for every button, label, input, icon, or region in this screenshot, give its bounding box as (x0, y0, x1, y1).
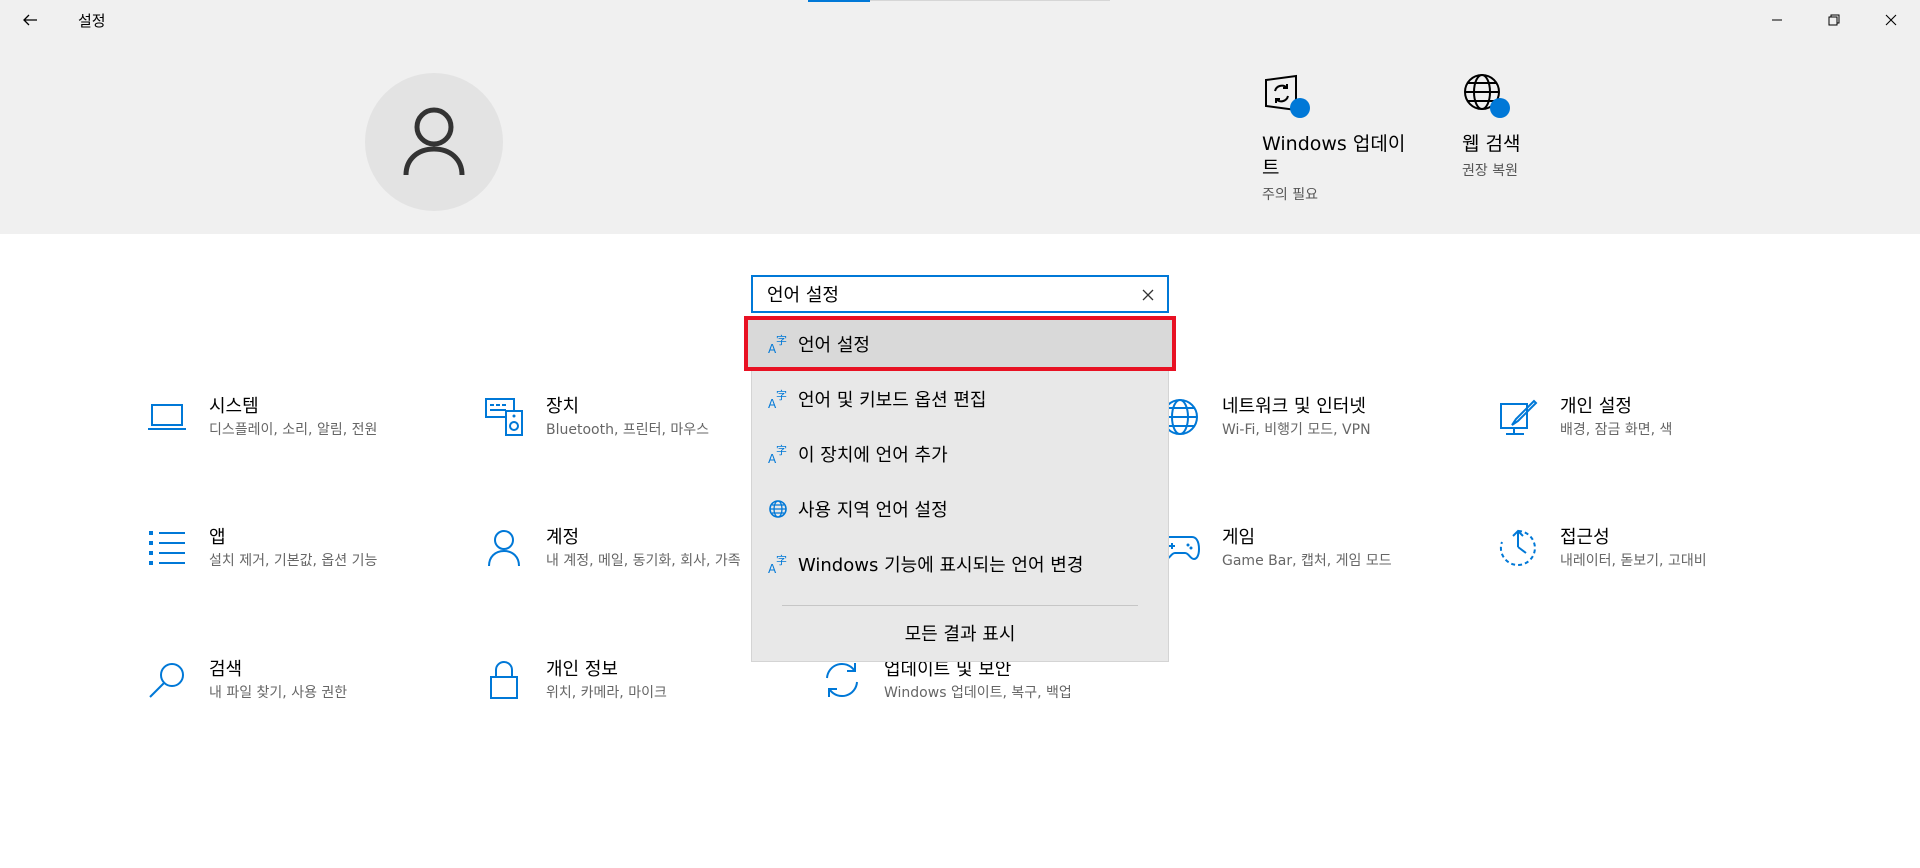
web-search-tile[interactable]: 웹 검색 권장 복원 (1462, 72, 1582, 180)
suggestion-label: Windows 기능에 표시되는 언어 변경 (798, 555, 1084, 576)
suggestion-item[interactable]: 사용 지역 언어 설정 (752, 483, 1168, 535)
category-subtitle: Windows 업데이트, 복구, 백업 (884, 685, 1072, 701)
category-subtitle: 배경, 잠금 화면, 색 (1560, 422, 1673, 438)
apps-list-icon (145, 526, 189, 570)
clear-search-button[interactable] (1139, 286, 1157, 304)
settings-search-box[interactable] (751, 275, 1169, 313)
category-title: 접근성 (1560, 527, 1610, 548)
tile-subtitle: 주의 필요 (1262, 187, 1318, 203)
category-subtitle: 설치 제거, 기본값, 옵션 기능 (209, 553, 378, 569)
category-accounts[interactable]: 계정내 계정, 메일, 동기화, 회사, 가족 (482, 526, 752, 570)
search-icon (145, 658, 189, 702)
category-subtitle: 디스플레이, 소리, 알림, 전원 (209, 422, 378, 438)
category-devices[interactable]: 장치 Bluetooth, 프린터, 마우스 (482, 395, 782, 439)
category-title: 게임 (1222, 527, 1256, 548)
category-subtitle: 위치, 카메라, 마이크 (546, 685, 667, 701)
language-icon: A字 (766, 332, 790, 356)
loading-progress (808, 0, 870, 2)
ease-of-access-icon (1496, 526, 1540, 570)
minimize-button[interactable] (1749, 0, 1805, 40)
suggestion-label: 사용 지역 언어 설정 (798, 500, 948, 521)
close-button[interactable] (1863, 0, 1919, 40)
suggestion-item[interactable]: A字 언어 및 키보드 옵션 편집 (752, 373, 1168, 425)
category-subtitle: Wi-Fi, 비행기 모드, VPN (1222, 422, 1371, 438)
svg-text:字: 字 (776, 388, 787, 402)
category-title: 검색 (209, 659, 243, 680)
suggestion-item[interactable]: A字 언어 설정 (744, 316, 1176, 371)
category-subtitle: Game Bar, 캡처, 게임 모드 (1222, 553, 1392, 569)
suggestion-label: 언어 설정 (798, 334, 870, 356)
notification-dot (1290, 98, 1310, 118)
close-icon (1885, 14, 1897, 26)
loading-progress-track (870, 0, 1110, 1)
category-apps[interactable]: 앱설치 제거, 기본값, 옵션 기능 (145, 526, 445, 570)
category-title: 개인 설정 (1560, 396, 1632, 417)
search-suggestions: A字 언어 설정 A字 언어 및 키보드 옵션 편집 A字 이 장치에 언어 추… (744, 316, 1176, 662)
category-subtitle: 내레이터, 돋보기, 고대비 (1560, 553, 1707, 569)
lock-icon (482, 658, 526, 702)
category-title: 개인 정보 (546, 659, 618, 680)
personalization-icon (1496, 395, 1540, 439)
back-arrow-icon[interactable] (10, 4, 50, 36)
category-subtitle: 내 파일 찾기, 사용 권한 (209, 685, 348, 701)
show-all-results-link[interactable]: 모든 결과 표시 (752, 618, 1168, 652)
search-input[interactable] (767, 282, 1107, 306)
category-gaming[interactable]: 게임 Game Bar, 캡처, 게임 모드 (1158, 526, 1458, 570)
category-title: 앱 (209, 527, 226, 548)
tile-title: 웹 검색 (1462, 133, 1521, 155)
category-ease-of-access[interactable]: 접근성내레이터, 돋보기, 고대비 (1496, 526, 1796, 570)
category-subtitle: 내 계정, 메일, 동기화, 회사, 가족 (546, 553, 741, 569)
windows-update-tile[interactable]: Windows 업데이트 주의 필요 (1262, 72, 1412, 204)
category-title: 시스템 (209, 396, 259, 417)
language-icon: A字 (766, 387, 790, 411)
region-globe-icon (766, 497, 790, 521)
category-search[interactable]: 검색내 파일 찾기, 사용 권한 (145, 658, 445, 702)
devices-icon (482, 395, 526, 439)
svg-text:字: 字 (776, 553, 787, 567)
user-icon (403, 107, 465, 176)
notification-dot (1490, 98, 1510, 118)
category-subtitle: Bluetooth, 프린터, 마우스 (546, 422, 710, 438)
title-bar: 설정 (0, 0, 1920, 40)
laptop-icon (145, 395, 189, 439)
header-band: Windows 업데이트 주의 필요 웹 검색 권장 복원 (0, 40, 1920, 234)
category-title: 계정 (546, 527, 580, 548)
language-icon: A字 (766, 552, 790, 576)
restore-icon (1828, 14, 1840, 26)
language-icon: A字 (766, 442, 790, 466)
category-network[interactable]: 네트워크 및 인터넷 Wi-Fi, 비행기 모드, VPN (1158, 395, 1458, 439)
suggestion-label: 이 장치에 언어 추가 (798, 445, 948, 466)
category-title: 네트워크 및 인터넷 (1222, 396, 1366, 417)
suggestion-label: 언어 및 키보드 옵션 편집 (798, 390, 987, 411)
category-personalization[interactable]: 개인 설정배경, 잠금 화면, 색 (1496, 395, 1796, 439)
svg-text:字: 字 (776, 443, 787, 457)
suggestion-item[interactable]: A字 이 장치에 언어 추가 (752, 428, 1168, 480)
restore-button[interactable] (1806, 0, 1862, 40)
minimize-icon (1772, 19, 1782, 21)
tile-title: Windows 업데이트 (1262, 133, 1406, 179)
avatar[interactable] (365, 73, 503, 211)
tile-subtitle: 권장 복원 (1462, 163, 1518, 179)
suggestion-item[interactable]: A字 Windows 기능에 표시되는 언어 변경 (752, 538, 1168, 590)
category-system[interactable]: 시스템디스플레이, 소리, 알림, 전원 (145, 395, 445, 439)
sync-icon (820, 658, 864, 702)
window-title: 설정 (78, 12, 106, 30)
category-privacy[interactable]: 개인 정보위치, 카메라, 마이크 (482, 658, 782, 702)
category-update-security[interactable]: 업데이트 및 보안 Windows 업데이트, 복구, 백업 (820, 658, 1120, 702)
svg-text:字: 字 (776, 333, 787, 347)
divider (782, 605, 1138, 606)
clear-icon (1142, 289, 1154, 301)
account-icon (482, 526, 526, 570)
category-title: 장치 (546, 396, 580, 417)
